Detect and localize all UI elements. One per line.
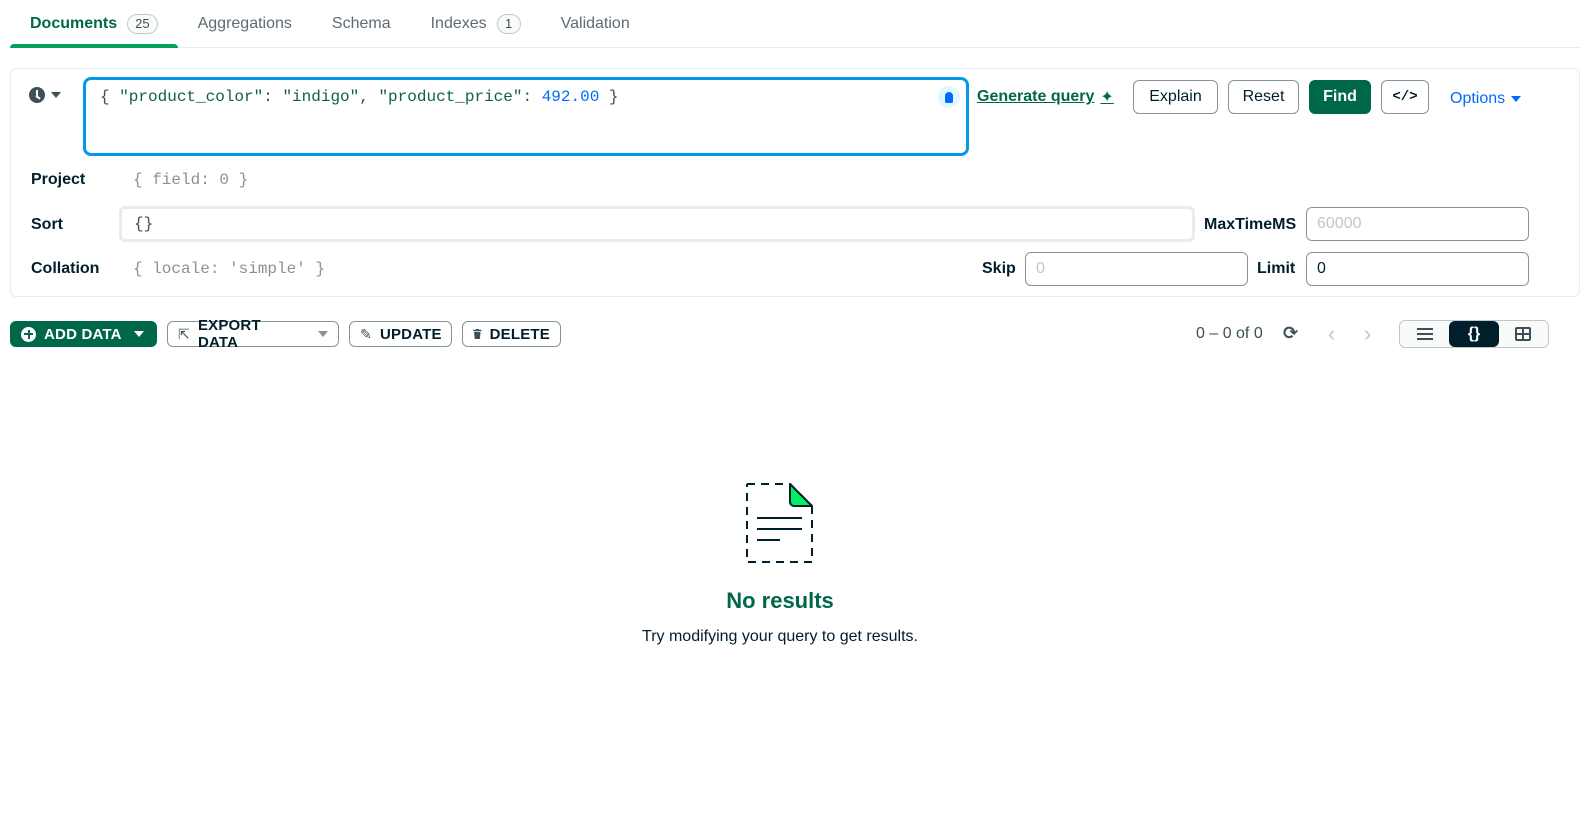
collation-input[interactable]: { locale: 'simple' } [133, 260, 325, 278]
filter-sep: : [263, 88, 283, 106]
lightbulb-icon[interactable] [938, 86, 960, 108]
filter-brace-open: { [100, 88, 120, 106]
plus-circle-icon [21, 326, 36, 342]
filter-value-price: 492.00 [541, 88, 600, 106]
pencil-icon: ✎ [360, 325, 372, 342]
clock-icon [29, 87, 45, 103]
export-code-button[interactable]: </> [1381, 80, 1429, 114]
json-view-button[interactable]: {} [1449, 321, 1499, 347]
reset-button[interactable]: Reset [1228, 80, 1299, 114]
tab-indexes[interactable]: Indexes 1 [411, 0, 541, 47]
sort-label: Sort [31, 216, 63, 233]
braces-icon: {} [1467, 325, 1481, 342]
maxtimems-label: MaxTimeMS [1204, 216, 1297, 233]
options-toggle[interactable]: Options [1450, 90, 1522, 108]
filter-brace-close: } [599, 88, 619, 106]
tab-validation[interactable]: Validation [541, 0, 650, 47]
empty-state-subtitle: Try modifying your query to get results. [642, 628, 918, 645]
query-history-button[interactable] [29, 87, 61, 103]
caret-down-icon [1511, 96, 1522, 102]
empty-document-icon [746, 483, 813, 563]
filter-value-color: "indigo" [282, 88, 360, 106]
filter-comma: , [359, 88, 379, 106]
query-bar: { "product_color": "indigo", "product_pr… [10, 68, 1580, 297]
filter-sep: : [522, 88, 542, 106]
tab-documents-label: Documents [30, 14, 118, 32]
update-button[interactable]: ✎ UPDATE [349, 321, 452, 347]
caret-down-icon [133, 331, 144, 337]
tab-schema-label: Schema [331, 14, 391, 32]
sort-input[interactable]: {} [119, 206, 1195, 242]
caret-down-icon [318, 331, 328, 337]
list-view-button[interactable] [1400, 321, 1449, 347]
explain-button[interactable]: Explain [1133, 80, 1218, 114]
project-label: Project [31, 171, 86, 188]
filter-key-price: "product_price" [378, 88, 523, 106]
view-toggle: {} [1399, 320, 1549, 348]
export-data-button[interactable]: ⇱ EXPORT DATA [167, 317, 339, 351]
list-icon [1416, 328, 1433, 340]
sparkle-icon: ✦ [1100, 89, 1114, 106]
generate-query-label: Generate query [977, 88, 1095, 105]
refresh-icon[interactable]: ⟳ [1283, 323, 1298, 344]
sort-value: {} [134, 215, 154, 233]
filter-key-color: "product_color" [119, 88, 264, 106]
add-data-button[interactable]: ADD DATA [10, 321, 157, 347]
table-view-button[interactable] [1499, 321, 1548, 347]
export-data-label: EXPORT DATA [197, 317, 261, 351]
collection-tabs: Documents 25 Aggregations Schema Indexes… [10, 0, 1580, 48]
tab-indexes-label: Indexes [430, 14, 487, 32]
limit-label: Limit [1257, 260, 1296, 277]
table-icon [1515, 327, 1532, 341]
maxtimems-input[interactable] [1306, 207, 1529, 241]
documents-count-badge: 25 [127, 13, 158, 34]
project-input[interactable]: { field: 0 } [133, 171, 248, 189]
tab-validation-label: Validation [560, 14, 630, 32]
options-label: Options [1450, 90, 1506, 107]
add-data-label: ADD DATA [44, 325, 122, 343]
empty-state-title: No results [726, 588, 834, 613]
delete-button[interactable]: DELETE [462, 321, 561, 347]
filter-input[interactable]: { "product_color": "indigo", "product_pr… [83, 77, 969, 156]
chevron-right-icon[interactable]: › [1364, 321, 1371, 347]
caret-down-icon [51, 92, 61, 98]
trash-icon [473, 328, 482, 340]
chevron-left-icon[interactable]: ‹ [1328, 321, 1335, 347]
tab-schema[interactable]: Schema [312, 0, 411, 47]
tab-aggregations-label: Aggregations [197, 14, 292, 32]
pagination-range: 0 – 0 of 0 [1196, 325, 1263, 342]
collation-label: Collation [31, 260, 100, 277]
limit-input[interactable] [1306, 252, 1529, 286]
tab-aggregations[interactable]: Aggregations [178, 0, 312, 47]
indexes-count-badge: 1 [496, 13, 521, 34]
find-button[interactable]: Find [1309, 80, 1371, 114]
tab-documents[interactable]: Documents 25 [10, 0, 178, 48]
delete-label: DELETE [489, 325, 550, 343]
skip-input[interactable] [1025, 252, 1248, 286]
export-icon: ⇱ [178, 325, 190, 342]
skip-label: Skip [982, 260, 1016, 277]
update-label: UPDATE [379, 325, 442, 343]
generate-query-link[interactable]: Generate query ✦ [977, 87, 1114, 107]
